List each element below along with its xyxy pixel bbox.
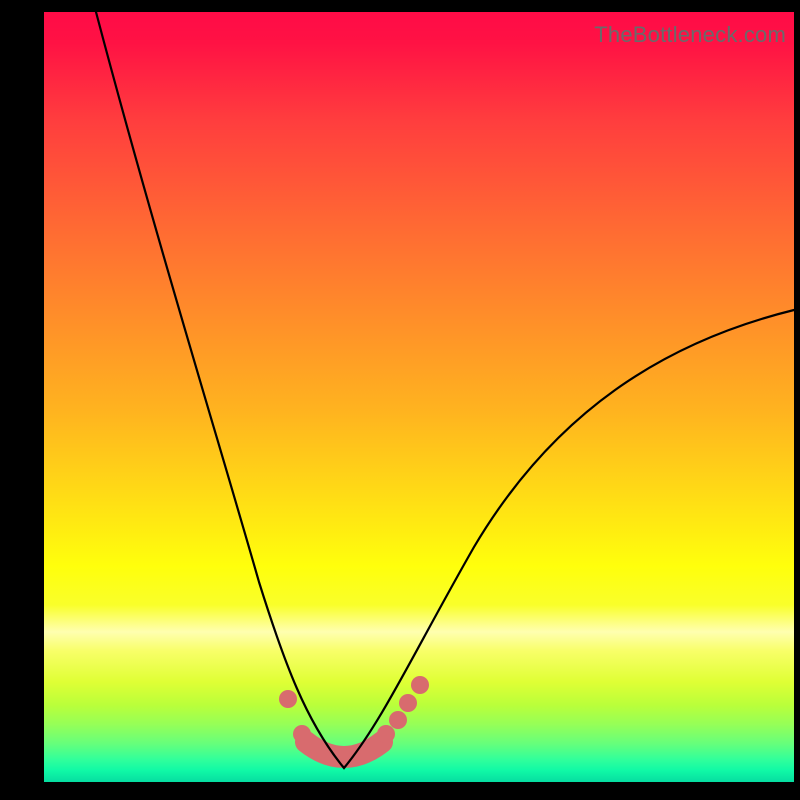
curve-dot (389, 711, 407, 729)
curve-dot (399, 694, 417, 712)
bottleneck-curve (96, 12, 794, 768)
curve-dot (377, 725, 395, 743)
chart-stage: TheBottleneck.com (0, 0, 800, 800)
curve-dot (293, 725, 311, 743)
curve-layer (44, 12, 794, 782)
plot-area: TheBottleneck.com (44, 12, 794, 782)
curve-dot (411, 676, 429, 694)
curve-dot (279, 690, 297, 708)
bottleneck-valley-segment (306, 742, 382, 757)
watermark-text: TheBottleneck.com (594, 22, 786, 48)
